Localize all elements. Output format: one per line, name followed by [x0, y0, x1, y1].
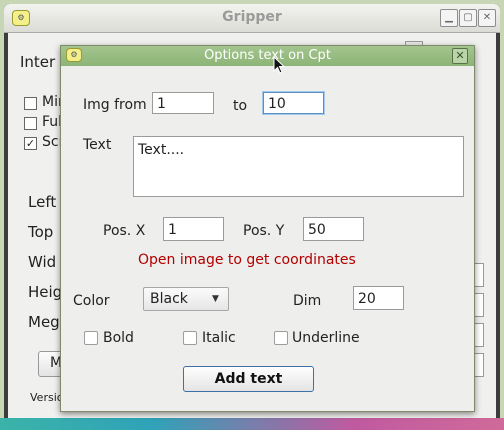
color-select-value: Black: [150, 291, 188, 307]
add-text-button[interactable]: Add text: [183, 366, 314, 392]
close-icon[interactable]: ✕: [478, 9, 496, 27]
img-from-label: Img from: [83, 97, 147, 113]
right-field-1[interactable]: [474, 263, 484, 287]
gripper-title-bar[interactable]: ⚙ Gripper ▁ ▢ ✕: [4, 4, 500, 33]
to-label: to: [233, 98, 248, 114]
coordinates-hint: Open image to get coordinates: [138, 252, 356, 268]
italic-checkbox[interactable]: [183, 331, 197, 345]
underline-checkbox[interactable]: [274, 331, 288, 345]
mega-label: Meg: [28, 313, 60, 331]
maximize-icon[interactable]: ▢: [459, 9, 477, 27]
chevron-down-icon: ▼: [212, 294, 219, 304]
to-input[interactable]: 10: [263, 92, 324, 114]
width-label: Wid: [28, 253, 57, 271]
text-area[interactable]: Text....: [133, 136, 464, 197]
left-label: Left: [28, 193, 57, 211]
right-field-3[interactable]: [474, 323, 484, 347]
right-field-2[interactable]: [474, 293, 484, 317]
top-label: Top: [28, 223, 54, 241]
ful-checkbox[interactable]: [24, 117, 37, 130]
color-select[interactable]: Black ▼: [143, 287, 229, 311]
gripper-title: Gripper: [222, 9, 282, 25]
pos-x-label: Pos. X: [103, 223, 146, 239]
dialog-title: Options text on Cpt: [204, 48, 331, 63]
options-dialog: ⚙ Options text on Cpt ✕ Img from 1 to 10…: [60, 45, 475, 412]
pos-y-label: Pos. Y: [243, 223, 285, 239]
pos-y-input[interactable]: 50: [303, 217, 364, 241]
minimize-icon[interactable]: ▁: [440, 9, 458, 27]
bold-checkbox[interactable]: [84, 331, 98, 345]
desktop-background: [0, 418, 504, 430]
dialog-close-icon[interactable]: ✕: [452, 48, 468, 64]
height-label: Heig: [28, 283, 63, 301]
dim-label: Dim: [293, 293, 322, 309]
bold-label: Bold: [103, 330, 134, 346]
right-field-4[interactable]: [474, 353, 484, 377]
mir-checkbox[interactable]: [24, 97, 37, 110]
scr-checkbox[interactable]: ✓: [24, 137, 37, 150]
mouse-cursor-icon: [273, 56, 286, 74]
img-from-input[interactable]: 1: [152, 92, 214, 114]
color-label: Color: [73, 293, 110, 309]
version-label: Versio: [30, 391, 64, 404]
text-label: Text: [83, 137, 112, 153]
dialog-title-bar[interactable]: ⚙ Options text on Cpt ✕: [61, 46, 474, 66]
dim-input[interactable]: 20: [353, 286, 404, 310]
underline-label: Underline: [292, 330, 360, 346]
pos-x-input[interactable]: 1: [163, 217, 224, 241]
inter-label: Inter: [20, 53, 56, 71]
italic-label: Italic: [202, 330, 236, 346]
